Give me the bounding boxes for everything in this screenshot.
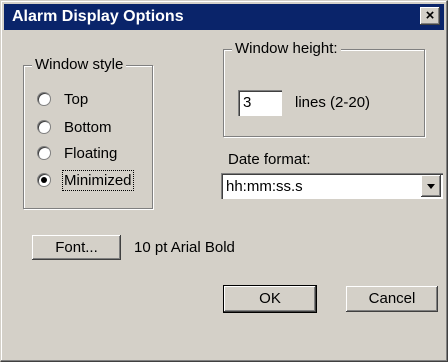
date-format-select[interactable]: hh:mm:ss.s	[221, 173, 443, 199]
window-style-group: Window style Top Bottom Floating Minimiz…	[23, 56, 153, 209]
radio-option-floating[interactable]: Floating	[38, 142, 117, 164]
cancel-button-label: Cancel	[368, 290, 416, 307]
radio-option-minimized[interactable]: Minimized	[38, 169, 134, 191]
dialog-title: Alarm Display Options	[12, 8, 184, 25]
radio-label-top: Top	[64, 90, 89, 108]
window-height-units: lines (2-20)	[295, 94, 371, 111]
date-format-value: hh:mm:ss.s	[226, 178, 303, 195]
cancel-button[interactable]: Cancel	[346, 286, 438, 312]
ok-button-label: OK	[259, 290, 281, 307]
font-description: 10 pt Arial Bold	[134, 239, 235, 256]
radio-button-checked[interactable]	[38, 174, 50, 186]
window-style-legend: Window style	[32, 56, 127, 73]
date-format-label: Date format:	[228, 151, 311, 168]
window-height-legend: Window height:	[232, 40, 341, 57]
window-height-group: Window height: 3 lines (2-20)	[223, 40, 425, 137]
font-button[interactable]: Font...	[32, 235, 121, 260]
ok-button[interactable]: OK	[224, 286, 316, 312]
close-button[interactable]: ×	[420, 7, 440, 25]
radio-button[interactable]	[38, 147, 50, 159]
window-height-value: 3	[243, 94, 252, 111]
font-button-label: Font...	[55, 239, 98, 256]
radio-label-floating: Floating	[64, 144, 118, 162]
radio-label-minimized: Minimized	[62, 169, 134, 191]
radio-option-bottom[interactable]: Bottom	[38, 116, 112, 138]
radio-button[interactable]	[38, 93, 50, 105]
radio-label-bottom: Bottom	[64, 118, 112, 136]
title-bar: Alarm Display Options ×	[4, 4, 444, 30]
close-icon: ×	[425, 7, 435, 24]
chevron-down-icon[interactable]	[421, 175, 441, 197]
window-height-input[interactable]: 3	[238, 90, 282, 116]
alarm-display-options-dialog: Alarm Display Options × Window style Top…	[0, 0, 448, 362]
radio-button[interactable]	[38, 121, 50, 133]
radio-option-top[interactable]: Top	[38, 88, 88, 110]
